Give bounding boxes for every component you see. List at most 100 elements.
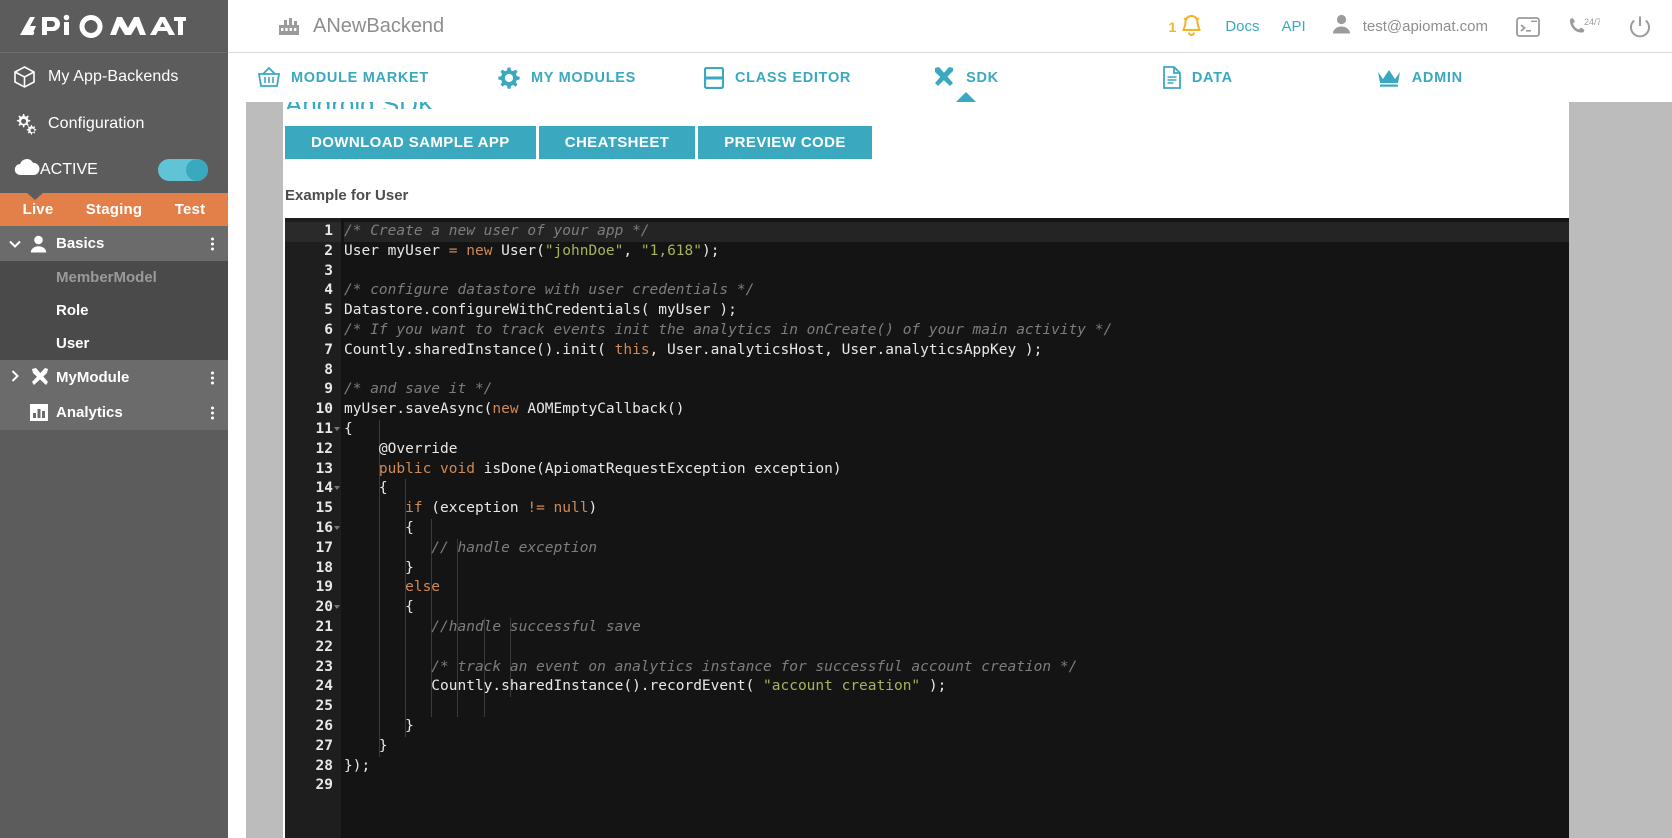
tree-node-basics[interactable]: Basics [0, 226, 228, 261]
code-line: //handle successful save [344, 618, 641, 635]
line-number: 18 [315, 559, 333, 576]
content-wrapper: Android SDK DOWNLOAD SAMPLE APP CHEATSHE… [228, 102, 1672, 838]
tree-leaf-membermodel[interactable]: MemberModel [0, 261, 228, 294]
sidebar-item-configuration[interactable]: Configuration [0, 100, 228, 147]
line-number: 1 [285, 222, 341, 242]
preview-code-button[interactable]: PREVIEW CODE [698, 126, 872, 159]
tree-node-menu-button[interactable] [210, 404, 214, 421]
line-number: 27 [315, 737, 333, 754]
code-line: { [344, 420, 353, 437]
svg-text:24/7: 24/7 [1584, 17, 1600, 27]
tree-leaf-role[interactable]: Role [0, 294, 228, 327]
code-editor[interactable]: 1 2 3 4 5 6 7 8 9 10 11 12 13 14 15 16 17 18 19 20 21 22 23 24 2… [285, 218, 1569, 838]
env-tab-live[interactable]: Live [0, 201, 76, 218]
table-icon [704, 66, 725, 89]
tab-data[interactable]: DATA [1162, 53, 1233, 102]
tab-module-market[interactable]: MODULE MARKET [258, 53, 429, 102]
active-toggle[interactable] [158, 159, 208, 181]
fold-arrow-icon[interactable] [334, 426, 340, 431]
tab-sdk[interactable]: SDK [933, 53, 999, 103]
line-number: 3 [324, 262, 333, 279]
tree-node-analytics[interactable]: Analytics [0, 395, 228, 430]
tab-admin[interactable]: ADMIN [1368, 53, 1471, 106]
backend-name: ANewBackend [313, 14, 445, 37]
line-number: 17 [315, 539, 333, 556]
active-label: ACTIVE [40, 161, 98, 178]
line-number: 12 [315, 440, 333, 457]
support-phone-icon[interactable]: 24/7 [1568, 16, 1600, 38]
tree-node-label: Basics [56, 235, 105, 252]
line-number: 9 [324, 381, 333, 398]
line-number: 16 [285, 519, 341, 539]
code-line: // handle exception [344, 539, 598, 556]
line-number: 25 [315, 698, 333, 715]
code-line: Countly.sharedInstance().init( this, Use… [344, 341, 1043, 358]
right-scroll-track[interactable] [1569, 102, 1672, 838]
fold-arrow-icon[interactable] [334, 605, 340, 610]
sidebar-item-my-app-backends[interactable]: My App-Backends [0, 53, 228, 100]
code-line: if (exception != null) [405, 500, 598, 517]
tab-class-editor[interactable]: CLASS EDITOR [704, 53, 851, 102]
fold-arrow-icon[interactable] [334, 486, 340, 491]
tab-my-modules[interactable]: MY MODULES [498, 53, 636, 102]
line-number: 29 [315, 777, 333, 794]
crown-icon [1377, 69, 1401, 87]
line-number-gutter: 1 2 3 4 5 6 7 8 9 10 11 12 13 14 15 16 17 18 19 20 21 22 23 24 2… [285, 218, 341, 838]
docs-link[interactable]: Docs [1225, 18, 1259, 35]
user-account[interactable]: test@apiomat.com [1332, 14, 1488, 39]
brand-logo[interactable] [0, 0, 228, 53]
bell-icon[interactable] [1180, 14, 1203, 39]
cheatsheet-button[interactable]: CHEATSHEET [538, 126, 696, 159]
env-tab-test[interactable]: Test [152, 201, 228, 218]
tab-label: ADMIN [1411, 69, 1463, 86]
code-line: Countly.sharedInstance().recordEvent( "a… [344, 678, 947, 695]
download-sample-app-button[interactable]: DOWNLOAD SAMPLE APP [285, 126, 536, 159]
main-region: ANewBackend 1 Docs API test@apiomat.com [228, 0, 1672, 838]
page-title: Android SDK [283, 102, 1569, 109]
line-number: 28 [315, 757, 333, 774]
code-line: /* configure datastore with user credent… [344, 282, 755, 299]
sidebar-item-label: My App-Backends [48, 67, 179, 85]
tree-node-label: MyModule [56, 369, 130, 386]
env-tab-staging[interactable]: Staging [76, 201, 152, 218]
sidebar: My App-Backends Configuration ACTIVE Liv… [0, 0, 228, 838]
barchart-icon [30, 404, 56, 421]
user-email: test@apiomat.com [1362, 18, 1488, 35]
tree-node-mymodule[interactable]: MyModule [0, 360, 228, 395]
console-icon[interactable] [1516, 16, 1540, 38]
notification-count: 1 [1168, 18, 1177, 35]
sidebar-item-label: Configuration [48, 114, 145, 132]
tree-node-menu-button[interactable] [210, 369, 214, 386]
code-line: public void isDone(ApiomatRequestExcepti… [378, 460, 842, 477]
tree-leaf-user[interactable]: User [0, 327, 228, 360]
chevron-down-icon[interactable] [0, 236, 30, 251]
gear-icon [498, 67, 520, 89]
environment-notch [26, 192, 44, 200]
cloud-icon [14, 159, 40, 181]
apiomat-logo-icon [20, 14, 186, 38]
code-line: /* If you want to track events init the … [344, 321, 1113, 338]
toggle-knob [186, 159, 208, 181]
line-number: 23 [315, 658, 333, 675]
code-area[interactable]: /* Create a new user of your app */User … [341, 218, 1569, 838]
tab-label: CLASS EDITOR [735, 69, 852, 86]
fold-arrow-icon[interactable] [334, 525, 340, 530]
chevron-right-icon[interactable] [0, 370, 30, 385]
line-number: 6 [324, 321, 333, 338]
sidebar-active-row: ACTIVE [0, 147, 228, 193]
left-scroll-track[interactable] [246, 102, 283, 838]
tools-icon [933, 67, 955, 88]
line-number: 24 [315, 678, 333, 695]
api-link[interactable]: API [1282, 18, 1306, 35]
tools-icon [30, 368, 56, 387]
power-icon[interactable] [1628, 15, 1652, 39]
tree-node-menu-button[interactable] [210, 235, 214, 252]
backend-title[interactable]: ANewBackend [278, 15, 444, 38]
line-number: 20 [285, 598, 341, 618]
line-number: 2 [324, 242, 333, 259]
code-line: myUser.saveAsync(new AOMEmptyCallback() [344, 401, 685, 418]
action-button-row: DOWNLOAD SAMPLE APP CHEATSHEET PREVIEW C… [283, 126, 1569, 159]
code-line: User myUser = new User("johnDoe", "1,618… [344, 242, 720, 259]
application-root: My App-Backends Configuration ACTIVE Liv… [0, 0, 1672, 838]
